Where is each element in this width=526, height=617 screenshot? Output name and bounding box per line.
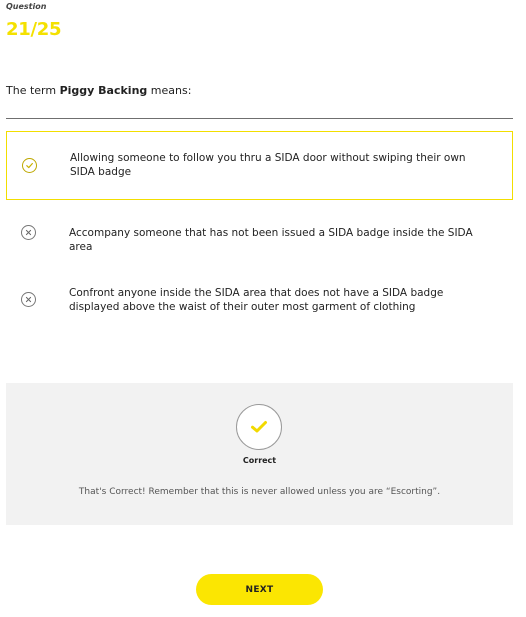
prompt-prefix: The term <box>6 84 60 97</box>
question-counter: 21/25 <box>6 19 62 40</box>
feedback-result-circle <box>236 404 282 450</box>
x-circle-icon <box>21 292 36 307</box>
prompt-divider <box>6 118 513 119</box>
answer-option-text: Allowing someone to follow you thru a SI… <box>70 152 466 178</box>
feedback-message: That's Correct! Remember that this is ne… <box>78 487 441 497</box>
x-circle-icon <box>21 225 36 240</box>
prompt-suffix: means: <box>147 84 192 97</box>
answer-option-3[interactable]: Confront anyone inside the SIDA area tha… <box>6 276 513 324</box>
prompt-term: Piggy Backing <box>59 84 148 97</box>
answer-option-text: Confront anyone inside the SIDA area tha… <box>69 287 444 313</box>
answer-option-text: Accompany someone that has not been issu… <box>69 227 473 253</box>
answer-option-1[interactable]: Allowing someone to follow you thru a SI… <box>6 131 513 200</box>
checkmark-icon <box>251 421 267 433</box>
check-circle-icon <box>22 158 37 173</box>
feedback-panel: Correct That's Correct! Remember that th… <box>6 383 513 525</box>
next-button[interactable]: NEXT <box>196 574 323 605</box>
feedback-title: Correct <box>242 456 277 465</box>
question-label: Question <box>6 2 47 11</box>
question-prompt: The term Piggy Backing means: <box>6 84 191 97</box>
answer-option-2[interactable]: Accompany someone that has not been issu… <box>6 214 513 253</box>
